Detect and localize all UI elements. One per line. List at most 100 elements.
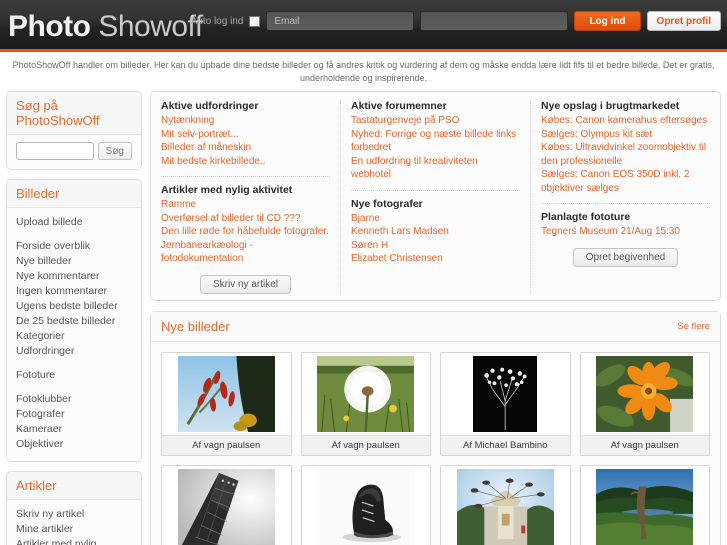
photo-thumbnail[interactable] xyxy=(162,465,291,545)
search-input[interactable] xyxy=(16,142,94,160)
overview-column-challenges: Aktive udfordringer Nytænkning Mit selv-p… xyxy=(151,100,340,294)
image-card[interactable]: Af vagn paulsen xyxy=(300,351,431,456)
main-content: Aktive udfordringer Nytænkning Mit selv-p… xyxy=(150,91,721,545)
sidebar-item-kategorier[interactable]: Kategorier xyxy=(16,329,132,344)
sidebar-item-mine-artikler[interactable]: Mine artikler xyxy=(16,522,132,537)
challenge-link[interactable]: Mit selv-portræt... xyxy=(161,128,330,142)
photo-caption: Af vagn paulsen xyxy=(580,434,709,455)
forum-topic-link[interactable]: Tastaturgenveje på PSO xyxy=(351,114,520,128)
active-forum-topics-links: Tastaturgenveje på PSO Nyhed: Forrige og … xyxy=(351,114,520,182)
site-logo[interactable]: Photo Showoff xyxy=(8,10,203,44)
article-link[interactable]: Ramme xyxy=(161,198,330,212)
sidebar: Søg på PhotoShowOff Søg Billeder Upload … xyxy=(6,91,142,545)
photo-thumbnail[interactable] xyxy=(441,352,570,435)
photographer-link[interactable]: Søren H xyxy=(351,239,520,253)
new-images-section: Nye billeder Se flere Af vagn paulsen Af… xyxy=(150,310,721,545)
search-panel-title: Søg på PhotoShowOff xyxy=(7,92,141,135)
sidebar-item-ingen-kommentarer[interactable]: Ingen kommentarer xyxy=(16,284,132,299)
photo-caption: Af vagn paulsen xyxy=(162,434,291,455)
new-photographers-heading: Nye fotografer xyxy=(351,197,423,210)
auto-login-label: Auto log ind xyxy=(190,15,244,27)
planned-phototours-heading: Planlagte fototure xyxy=(541,211,631,223)
photo-thumbnail[interactable] xyxy=(301,465,430,545)
photo-thumbnail[interactable] xyxy=(580,352,709,435)
sidebar-item-fotografer[interactable]: Fotografer xyxy=(16,407,132,422)
new-photographers-links: Bjarne Kenneth Lars Madsen Søren H Elizabet… xyxy=(351,212,520,266)
image-card[interactable]: Af Peter Frisk Hansen / xyxy=(440,464,571,545)
logo-bold-part: Photo xyxy=(8,10,91,43)
sidebar-item-upload-billede[interactable]: Upload billede xyxy=(16,215,132,230)
recent-articles-links: Ramme Overførsel af billeder til CD ??? De… xyxy=(161,198,330,266)
login-bar: Auto log ind Log ind Opret profil xyxy=(191,11,721,31)
challenge-link[interactable]: Nytænkning xyxy=(161,114,330,128)
forum-topic-link[interactable]: Nyhed: Forrige og næste billede links fo… xyxy=(351,128,520,155)
challenge-link[interactable]: Mit bedste kirkebillede.. xyxy=(161,155,330,169)
sidebar-item-fotoklubber[interactable]: Fotoklubber xyxy=(16,392,132,407)
image-card[interactable]: Af Johnny Jensen xyxy=(579,464,710,545)
image-card[interactable]: Af Mia Michéle Børglum xyxy=(300,464,431,545)
forum-topic-link[interactable]: webhotel xyxy=(351,168,520,182)
login-button[interactable]: Log ind xyxy=(574,11,641,31)
challenge-link[interactable]: Billeder af måneskin xyxy=(161,141,330,155)
artikler-nav-list: Skriv ny artikel Mine artikler Artikler me… xyxy=(16,507,132,545)
photo-thumbnail[interactable] xyxy=(301,352,430,435)
photo-thumbnail[interactable] xyxy=(441,465,570,545)
sidebar-item-de-25-bedste-billeder[interactable]: De 25 bedste billeder xyxy=(16,314,132,329)
active-challenges-heading: Aktive udfordringer xyxy=(161,100,259,112)
active-challenges-links: Nytænkning Mit selv-portræt... Billeder af… xyxy=(161,114,330,168)
overview-column-forum: Aktive forumemner Tastaturgenveje på PSO… xyxy=(340,100,530,294)
sidebar-item-nye-kommentarer[interactable]: Nye kommentarer xyxy=(16,269,132,284)
photographer-link[interactable]: Kenneth Lars Madsen xyxy=(351,225,520,239)
sidebar-panel-billeder: Billeder Upload billede Forside overblik N… xyxy=(6,179,142,462)
write-new-article-button[interactable]: Skriv ny artikel xyxy=(199,274,291,294)
article-link[interactable]: Overførsel af billeder til CD ??? xyxy=(161,212,330,226)
image-card[interactable]: Af Michael Bambino xyxy=(440,351,571,456)
password-field[interactable] xyxy=(420,11,569,31)
sidebar-item-ugens-bedste-billeder[interactable]: Ugens bedste billeder xyxy=(16,299,132,314)
email-field[interactable] xyxy=(266,11,415,31)
market-post-link[interactable]: Sælges: Olympus kit sæt xyxy=(541,128,710,142)
site-header: Photo Showoff Auto log ind Log ind Opret… xyxy=(0,0,727,52)
sidebar-item-objektiver[interactable]: Objektiver xyxy=(16,437,132,452)
article-link[interactable]: Den lille røde for håbefulde fotografer. xyxy=(161,225,330,239)
column-divider xyxy=(161,176,330,177)
photographer-link[interactable]: Elizabet Christensen xyxy=(351,252,520,266)
photo-thumbnail[interactable] xyxy=(580,465,709,545)
create-profile-button[interactable]: Opret profil xyxy=(646,11,721,31)
sidebar-item-skriv-ny-artikel[interactable]: Skriv ny artikel xyxy=(16,507,132,522)
column-divider xyxy=(541,203,710,204)
overview-box: Aktive udfordringer Nytænkning Mit selv-p… xyxy=(150,91,721,301)
create-event-button[interactable]: Opret begivenhed xyxy=(572,247,679,267)
see-more-link[interactable]: Se flere xyxy=(677,321,710,332)
new-images-title: Nye billeder xyxy=(161,318,230,334)
photographer-link[interactable]: Bjarne xyxy=(351,212,520,226)
page-body: Søg på PhotoShowOff Søg Billeder Upload … xyxy=(0,91,727,545)
site-tagline: PhotoShowOff handler om billeder. Her ka… xyxy=(0,52,727,91)
forum-topic-link[interactable]: En udfordring til kreativiteten xyxy=(351,155,520,169)
search-row: Søg xyxy=(16,142,132,160)
sidebar-item-udfordringer[interactable]: Udfordringer xyxy=(16,344,132,359)
market-post-link[interactable]: Købes: Ultravidvinkel zoomobjektiv til d… xyxy=(541,141,710,168)
auto-login-checkbox[interactable] xyxy=(249,15,261,27)
sidebar-item-nye-billeder[interactable]: Nye billeder xyxy=(16,254,132,269)
market-post-link[interactable]: Sælges: Canon EOS 350D inkl. 2 objektive… xyxy=(541,168,710,195)
sidebar-item-kameraer[interactable]: Kameraer xyxy=(16,422,132,437)
sidebar-item-artikler-med-nylig-aktivitet[interactable]: Artikler med nylig aktivitet xyxy=(16,537,132,545)
market-post-link[interactable]: Købes: Canon kamerahus eftersøges xyxy=(541,114,710,128)
sidebar-item-fototure[interactable]: Fototure xyxy=(16,368,132,383)
nav-spacer xyxy=(16,230,132,239)
image-grid: Af vagn paulsen Af vagn paulsen Af Micha… xyxy=(151,342,720,545)
billeder-panel-title: Billeder xyxy=(7,180,141,208)
new-images-header: Nye billeder Se flere xyxy=(151,311,720,342)
photo-thumbnail[interactable] xyxy=(162,352,291,435)
recent-articles-heading: Artikler med nylig aktivitet xyxy=(161,184,293,196)
image-card[interactable]: Af vagn paulsen xyxy=(579,351,710,456)
article-link[interactable]: Jernbanearkæologi - fotodokumentation xyxy=(161,239,330,266)
market-posts-links: Købes: Canon kamerahus eftersøges Sælges:… xyxy=(541,114,710,195)
image-card[interactable]: Af vagn paulsen xyxy=(161,351,292,456)
phototour-link[interactable]: Tegners Museum 21/Aug 15:30 xyxy=(541,225,710,239)
column-divider xyxy=(351,189,520,191)
search-button[interactable]: Søg xyxy=(97,142,132,160)
sidebar-item-forside-overblik[interactable]: Forside overblik xyxy=(16,239,132,254)
image-card[interactable]: Af Michael Bambino xyxy=(161,464,292,545)
